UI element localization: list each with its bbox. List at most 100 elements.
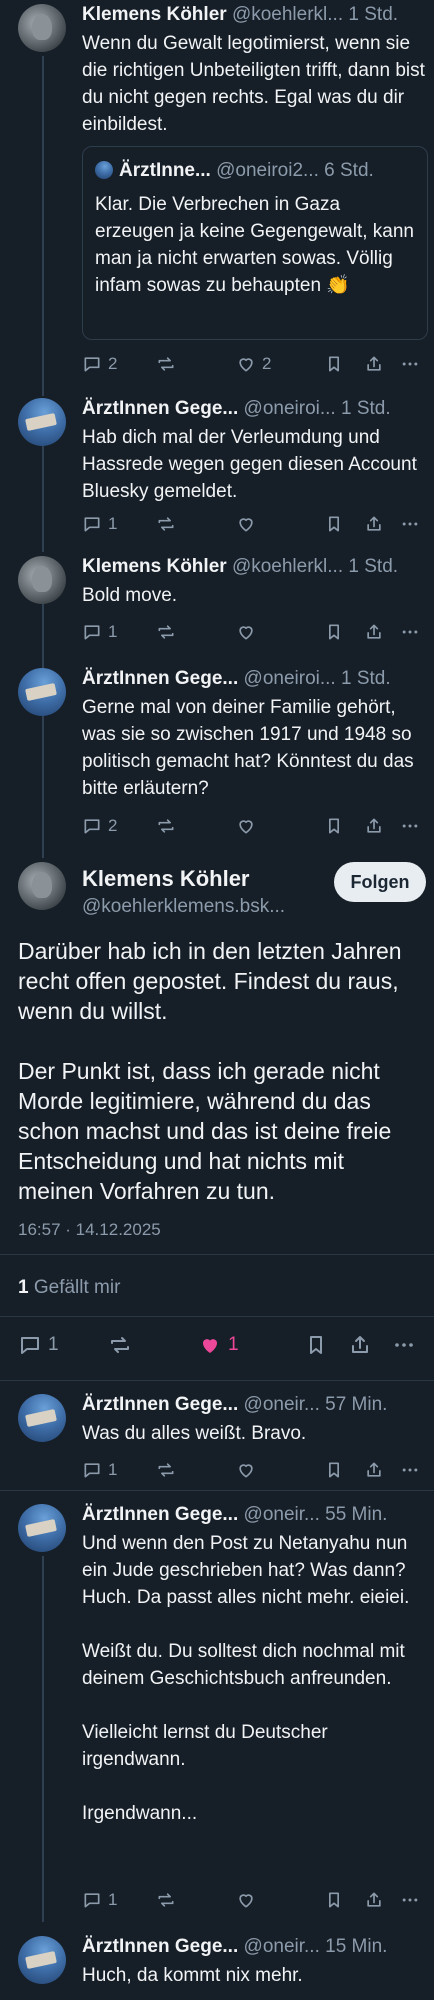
author-handle[interactable]: @koehlerkl... [232, 4, 343, 25]
reply-button[interactable]: 1 [82, 514, 117, 534]
post-actions: 1 [82, 1890, 426, 1914]
post-time[interactable]: 15 Min. [325, 1936, 387, 1957]
reply-button[interactable]: 1 [82, 1460, 117, 1480]
reply-button[interactable]: 2 [82, 816, 117, 836]
more-button[interactable] [400, 816, 420, 836]
thread-post[interactable]: ÄrztInnen Gege... @oneiroi... 1 Std. Ger… [0, 664, 434, 858]
bookmark-button[interactable] [324, 1460, 344, 1480]
avatar[interactable] [18, 556, 66, 604]
author-name[interactable]: Klemens Köhler [82, 556, 227, 577]
author-name[interactable]: ÄrztInnen Gege... [82, 398, 238, 419]
quoted-post[interactable]: ÄrztInne... @oneiroi2... 6 Std. Klar. Di… [82, 146, 428, 340]
bookmark-button[interactable] [324, 514, 344, 534]
repost-button[interactable] [156, 354, 176, 374]
thread-post[interactable]: Klemens Köhler @koehlerkl... 1 Std. Wenn… [0, 0, 434, 394]
post-time[interactable]: 55 Min. [325, 1504, 387, 1525]
post-time[interactable]: 1 Std. [348, 556, 398, 577]
like-count: 2 [262, 354, 272, 373]
post-time[interactable]: 57 Min. [325, 1394, 387, 1415]
share-button[interactable] [364, 354, 384, 374]
bookmark-button[interactable] [324, 354, 344, 374]
more-button[interactable] [400, 354, 420, 374]
like-button[interactable]: 2 [236, 354, 271, 374]
share-button[interactable] [364, 1460, 384, 1480]
follow-button[interactable]: Folgen [334, 862, 426, 902]
share-button[interactable] [364, 514, 384, 534]
more-button[interactable] [400, 1460, 420, 1480]
bookmark-button[interactable] [304, 1333, 328, 1357]
author-handle[interactable]: @oneiroi... [244, 668, 336, 689]
like-button[interactable]: 1 [198, 1333, 239, 1357]
reply-button[interactable]: 1 [82, 622, 117, 642]
author-name[interactable]: ÄrztInnen Gege... [82, 1504, 238, 1525]
reply-button[interactable]: 1 [82, 1890, 117, 1910]
author-handle[interactable]: @oneir... [244, 1394, 320, 1415]
focus-avatar[interactable] [18, 862, 66, 910]
bookmark-button[interactable] [324, 1890, 344, 1910]
share-icon [364, 1460, 384, 1480]
more-button[interactable] [400, 1890, 420, 1910]
like-button[interactable] [236, 514, 256, 534]
focus-author-handle[interactable]: @koehlerklemens.bsk... [82, 896, 285, 918]
avatar[interactable] [18, 398, 66, 446]
reply-post[interactable]: ÄrztInnen Gege... @oneir... 55 Min. Und … [0, 1500, 434, 1920]
focus-post-text: Darüber hab ich in den letzten Jahren re… [18, 938, 402, 1204]
author-name[interactable]: ÄrztInnen Gege... [82, 1394, 238, 1415]
author-name[interactable]: ÄrztInnen Gege... [82, 668, 238, 689]
focus-post-date[interactable]: 16:57 · 14.12.2025 [18, 1220, 161, 1240]
post-time[interactable]: 1 Std. [341, 668, 391, 689]
reply-count: 2 [108, 354, 118, 373]
post-text: Gerne mal von deiner Familie gehört, was… [82, 697, 414, 799]
author-handle[interactable]: @oneir... [244, 1504, 320, 1525]
divider [0, 1380, 434, 1381]
more-icon [400, 1890, 420, 1910]
share-button[interactable] [364, 816, 384, 836]
thread-post[interactable]: ÄrztInnen Gege... @oneiroi... 1 Std. Hab… [0, 394, 434, 552]
repost-button[interactable] [156, 622, 176, 642]
repost-button[interactable] [156, 816, 176, 836]
avatar[interactable] [18, 1936, 66, 1984]
likes-summary[interactable]: 1 Gefällt mir [18, 1277, 120, 1299]
focus-author-name[interactable]: Klemens Köhler [82, 866, 250, 892]
like-button[interactable] [236, 1460, 256, 1480]
thread-post[interactable]: Klemens Köhler @koehlerkl... 1 Std. Bold… [0, 552, 434, 660]
share-button[interactable] [364, 622, 384, 642]
bookmark-button[interactable] [324, 622, 344, 642]
post-time[interactable]: 1 Std. [348, 4, 398, 25]
reply-count: 1 [108, 622, 118, 641]
like-button[interactable] [236, 816, 256, 836]
like-count: 1 [228, 1334, 239, 1355]
like-button[interactable] [236, 622, 256, 642]
reply-button[interactable]: 2 [82, 354, 117, 374]
more-button[interactable] [400, 622, 420, 642]
avatar[interactable] [18, 4, 66, 52]
reply-post[interactable]: ÄrztInnen Gege... @oneir... 15 Min. Huch… [0, 1932, 434, 2000]
author-name[interactable]: ÄrztInnen Gege... [82, 1936, 238, 1957]
focus-actions: 1 1 [18, 1333, 422, 1361]
more-button[interactable] [400, 514, 420, 534]
bookmark-button[interactable] [324, 816, 344, 836]
repost-button[interactable] [108, 1333, 132, 1357]
like-button[interactable] [236, 1890, 256, 1910]
repost-button[interactable] [156, 514, 176, 534]
reply-button[interactable]: 1 [18, 1333, 59, 1357]
more-button[interactable] [392, 1333, 416, 1357]
post-time[interactable]: 1 Std. [341, 398, 391, 419]
share-button[interactable] [364, 1890, 384, 1910]
share-icon [364, 622, 384, 642]
share-button[interactable] [348, 1333, 372, 1357]
bookmark-icon [324, 1890, 344, 1910]
avatar[interactable] [18, 668, 66, 716]
author-name[interactable]: Klemens Köhler [82, 4, 227, 25]
reply-icon [82, 1460, 102, 1480]
bookmark-icon [324, 354, 344, 374]
author-handle[interactable]: @oneiroi... [244, 398, 336, 419]
repost-button[interactable] [156, 1460, 176, 1480]
author-handle[interactable]: @oneir... [244, 1936, 320, 1957]
avatar[interactable] [18, 1394, 66, 1442]
avatar[interactable] [18, 1504, 66, 1552]
author-handle[interactable]: @koehlerkl... [232, 556, 343, 577]
repost-button[interactable] [156, 1890, 176, 1910]
reply-post[interactable]: ÄrztInnen Gege... @oneir... 57 Min. Was … [0, 1390, 434, 1498]
share-icon [364, 1890, 384, 1910]
